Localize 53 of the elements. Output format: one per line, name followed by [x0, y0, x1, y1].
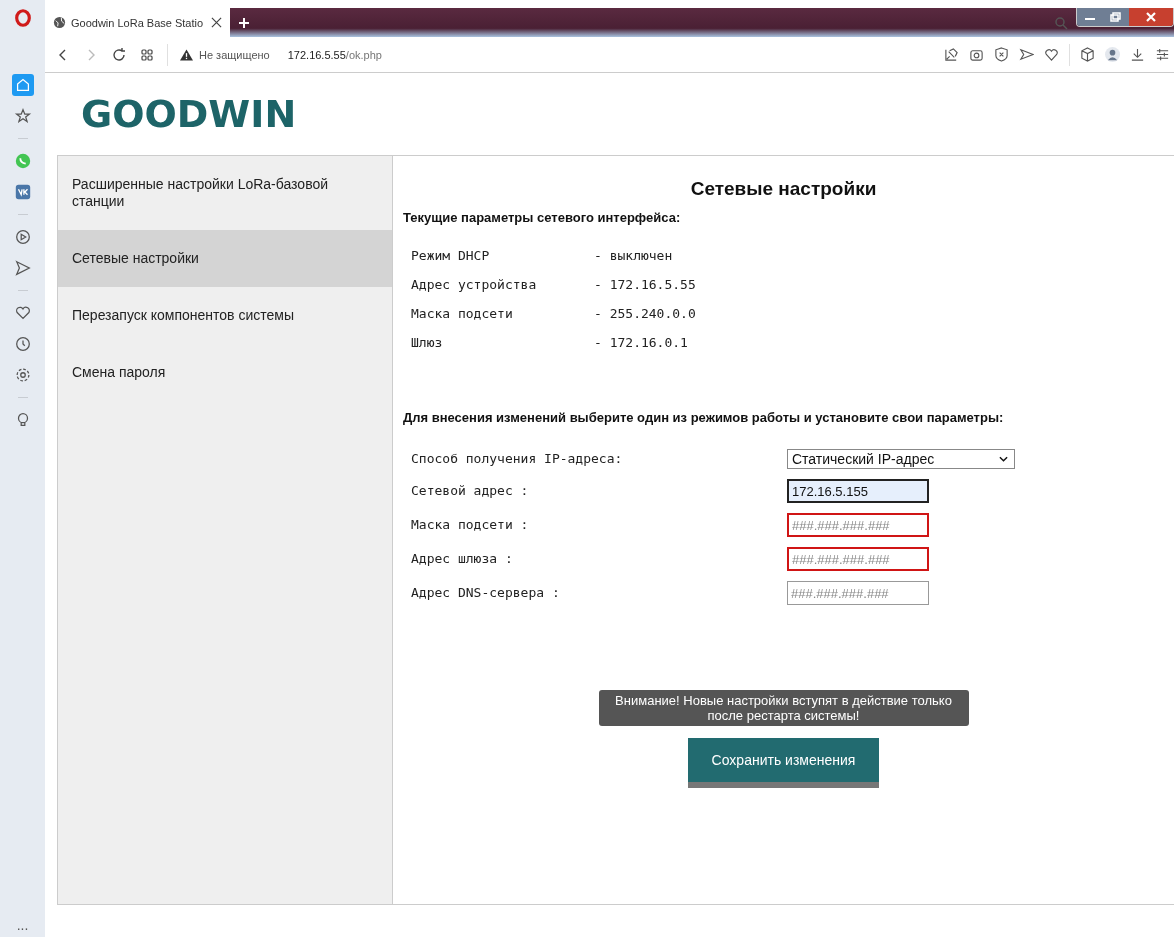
- tiles-icon[interactable]: [139, 46, 155, 63]
- settings-icon[interactable]: [1155, 47, 1170, 62]
- restore-icon: [1110, 12, 1122, 22]
- field-label: Способ получения IP-адреса:: [411, 450, 624, 468]
- parameter-name: Режим DHCP: [411, 247, 491, 265]
- sidebar-item[interactable]: Перезапуск компонентов системы: [58, 287, 392, 344]
- sidebar-item[interactable]: Сетевые настройки: [58, 230, 392, 287]
- input-field[interactable]: ###.###.###.###: [787, 547, 929, 571]
- opera-logo-icon[interactable]: [13, 8, 32, 28]
- heart-icon[interactable]: [1044, 47, 1059, 62]
- sidebar-item[interactable]: Смена пароля: [58, 344, 392, 401]
- goodwin-logo: GOODWIN: [81, 92, 297, 136]
- input-field[interactable]: 172.16.5.155: [787, 479, 929, 503]
- warning-tooltip: Внимание! Новые настройки вступят в действие только после рестарта системы!: [598, 690, 969, 726]
- field-label: Сетевой адрес :: [411, 482, 530, 500]
- page-title: Сетевые настройки: [689, 178, 878, 200]
- input-field[interactable]: ###.###.###.###: [787, 513, 929, 537]
- globe-icon: [53, 16, 66, 29]
- download-icon[interactable]: [1130, 47, 1145, 62]
- camera-icon[interactable]: [969, 47, 984, 62]
- parameter-value: - 172.16.5.55: [594, 276, 697, 294]
- avatar-icon[interactable]: [1105, 47, 1120, 62]
- parameter-value: - выключен: [594, 247, 674, 265]
- cube-icon[interactable]: [1080, 47, 1095, 62]
- close-button[interactable]: [1129, 8, 1173, 26]
- tab-title: Goodwin LoRa Base Statio: [71, 16, 205, 29]
- home-icon[interactable]: [11, 74, 34, 96]
- parameter-name: Адрес устройства: [411, 276, 538, 294]
- send-icon[interactable]: [1019, 47, 1034, 62]
- section-heading: Для внесения изменений выберите один из режимов работы и установите свои параметры:: [403, 410, 1005, 425]
- parameter-value: - 172.16.0.1: [594, 334, 689, 352]
- parameter-name: Шлюз: [411, 334, 444, 352]
- maximize-button[interactable]: [1103, 8, 1129, 26]
- reload-icon[interactable]: [111, 46, 127, 63]
- sidebar-item[interactable]: Расширенные настройки LoRa-базовой станции: [58, 156, 392, 230]
- more-button[interactable]: ...: [16, 917, 29, 933]
- mode-dropdown[interactable]: Статический IP-адрес: [787, 449, 1015, 469]
- parameter-value: - 255.240.0.0: [594, 305, 697, 323]
- field-label: Адрес шлюза :: [411, 550, 514, 568]
- security-label[interactable]: Не защищено: [199, 48, 270, 61]
- parameter-name: Маска подсети: [411, 305, 514, 323]
- address-field[interactable]: 172.16.5.55/ok.php: [287, 48, 382, 61]
- close-icon[interactable]: [211, 17, 222, 28]
- field-label: Адрес DNS-сервера :: [411, 584, 561, 602]
- shield-icon[interactable]: [994, 47, 1009, 62]
- section-heading: Текущие параметры сетевого интерфейса:: [403, 210, 682, 225]
- close-icon: [1145, 12, 1157, 22]
- field-label: Маска подсети :: [411, 516, 530, 534]
- minimize-button[interactable]: [1077, 8, 1103, 26]
- plus-icon[interactable]: [238, 16, 250, 29]
- chevron-down-icon: [999, 456, 1008, 462]
- input-field[interactable]: ###.###.###.###: [787, 581, 929, 605]
- warning-icon: [180, 48, 193, 61]
